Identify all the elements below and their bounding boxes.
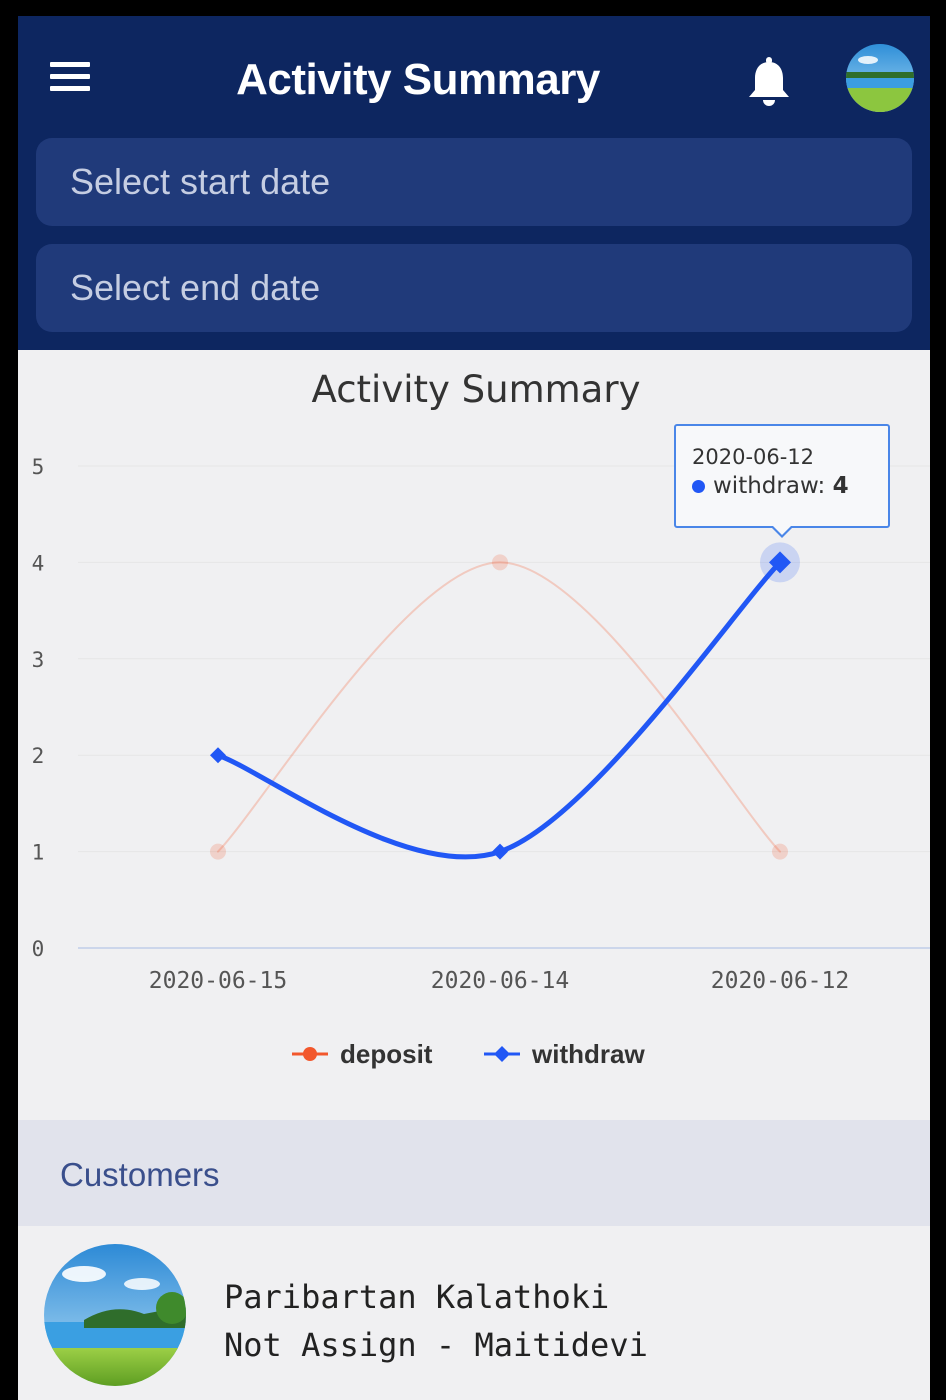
y-tick-label: 4 [32,551,45,575]
chart-tooltip: 2020-06-12 withdraw: 4 [674,424,890,528]
end-date-input[interactable] [36,244,912,332]
legend-label-withdraw: withdraw [532,1038,645,1069]
legend-item-withdraw[interactable]: withdraw [482,1034,645,1074]
y-tick-label: 1 [32,841,45,865]
deposit-line [217,561,781,853]
device-frame: Activity Summary Select start date Selec… [10,8,936,1400]
hamburger-menu-icon[interactable] [50,62,92,94]
y-tick-label: 0 [32,937,45,961]
tooltip-date: 2020-06-12 [692,445,815,469]
customers-section-title: Customers [60,1156,220,1193]
customer-avatar [44,1244,186,1386]
notification-bell-icon[interactable] [744,56,794,108]
user-avatar[interactable] [846,44,914,112]
y-tick-label: 3 [32,648,45,672]
y-tick-label: 5 [32,455,45,479]
customers-section-header: Customers [18,1120,930,1226]
legend-item-deposit[interactable]: deposit [290,1034,432,1074]
series-deposit[interactable] [210,554,788,860]
x-tick-label: 2020-06-14 [431,968,569,994]
tooltip-value-line: withdraw: 4 [692,470,872,502]
customer-subtitle: Not Assign - Maitidevi [224,1326,648,1364]
tooltip-series-label: withdraw: [713,473,826,499]
tooltip-series-dot-icon [692,480,705,493]
chart-legend: deposit withdraw [18,1034,930,1074]
withdraw-legend-marker-icon [484,1046,520,1062]
withdraw-point[interactable] [492,843,508,860]
deposit-legend-marker-icon [292,1047,328,1061]
series-withdraw[interactable] [210,542,800,860]
deposit-point[interactable] [210,843,226,860]
deposit-point[interactable] [492,554,508,571]
x-tick-label: 2020-06-15 [149,968,287,994]
customer-name: Paribartan Kalathoki [224,1278,610,1316]
withdraw-point[interactable] [210,747,226,764]
tooltip-value: 4 [832,473,849,499]
deposit-point[interactable] [772,843,788,860]
tooltip-pointer-fill [772,525,792,535]
customer-list-item[interactable]: Paribartan Kalathoki Not Assign - Maitid… [18,1226,930,1400]
x-tick-label: 2020-06-12 [711,968,849,994]
app-header: Activity Summary [18,16,930,350]
y-tick-label: 2 [32,744,45,768]
start-date-input[interactable] [36,138,912,226]
withdraw-line [215,559,783,860]
page-title: Activity Summary [236,55,600,104]
legend-label-deposit: deposit [340,1038,433,1069]
app-screen: Activity Summary Select start date Selec… [18,16,930,1400]
chart-title: Activity Summary [312,368,641,411]
